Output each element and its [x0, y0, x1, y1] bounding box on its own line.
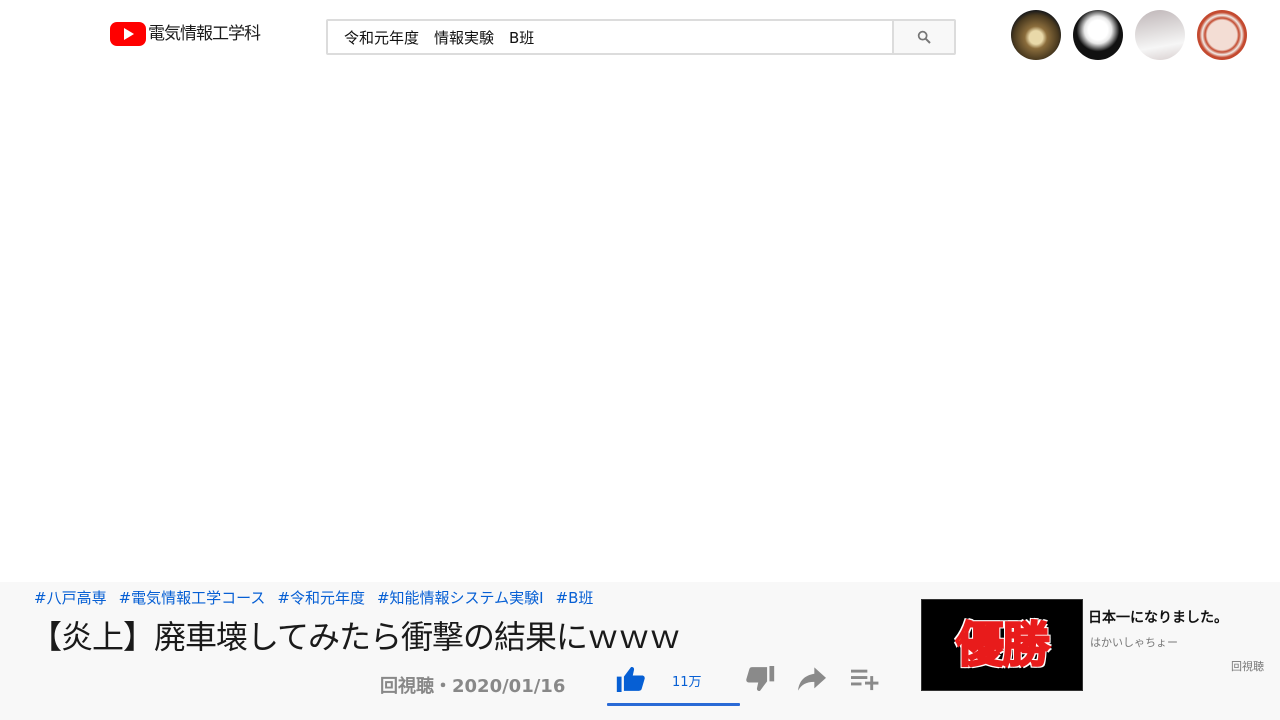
recommended-video[interactable]: 優勝 日本一になりました。 はかいしゃちょー 回視聴: [921, 599, 1271, 691]
hashtag[interactable]: #知能情報システム実験Ⅰ: [377, 587, 544, 608]
search-icon: [917, 30, 931, 44]
hashtag[interactable]: #八戸高専: [34, 587, 107, 608]
like-button[interactable]: [616, 666, 646, 696]
avatar[interactable]: [1135, 10, 1185, 60]
search-button[interactable]: [892, 21, 954, 53]
share-icon: [798, 667, 826, 691]
video-meta: 回視聴・2020/01/16: [380, 676, 566, 697]
hashtag[interactable]: #電気情報工学コース: [119, 587, 266, 608]
search-box: [326, 19, 956, 55]
youtube-play-icon: [110, 22, 146, 46]
avatar[interactable]: [1011, 10, 1061, 60]
hashtag-list: #八戸高専 #電気情報工学コース #令和元年度 #知能情報システム実験Ⅰ #B班: [34, 587, 593, 608]
avatar[interactable]: [1073, 10, 1123, 60]
avatar-list: [1011, 10, 1259, 60]
share-button[interactable]: [798, 667, 826, 695]
recommended-thumbnail[interactable]: 優勝: [921, 599, 1083, 691]
thumb-up-icon: [616, 667, 645, 692]
playlist-add-icon: [851, 669, 879, 691]
search-input[interactable]: [328, 21, 906, 53]
hashtag[interactable]: #令和元年度: [277, 587, 365, 608]
hashtag[interactable]: #B班: [556, 587, 594, 608]
logo-text: 電気情報工学科: [148, 24, 261, 44]
recommended-channel[interactable]: はかいしゃちょー: [1090, 634, 1178, 650]
video-title: 【炎上】廃車壊してみたら衝撃の結果にｗｗｗ: [30, 618, 681, 656]
like-ratio-bar: [607, 703, 740, 706]
video-info-bar: #八戸高専 #電気情報工学コース #令和元年度 #知能情報システム実験Ⅰ #B班…: [0, 582, 1280, 720]
avatar[interactable]: [1197, 10, 1247, 60]
like-count: 11万: [672, 675, 702, 690]
thumbnail-text: 優勝: [955, 616, 1051, 674]
header: 電気情報工学科: [0, 0, 1280, 70]
site-logo[interactable]: 電気情報工学科: [110, 21, 261, 47]
add-to-playlist-button[interactable]: [851, 667, 879, 695]
dislike-button[interactable]: [745, 666, 775, 696]
thumb-down-icon: [746, 666, 775, 691]
recommended-views: 回視聴: [1231, 660, 1264, 673]
recommended-title[interactable]: 日本一になりました。: [1088, 607, 1228, 627]
